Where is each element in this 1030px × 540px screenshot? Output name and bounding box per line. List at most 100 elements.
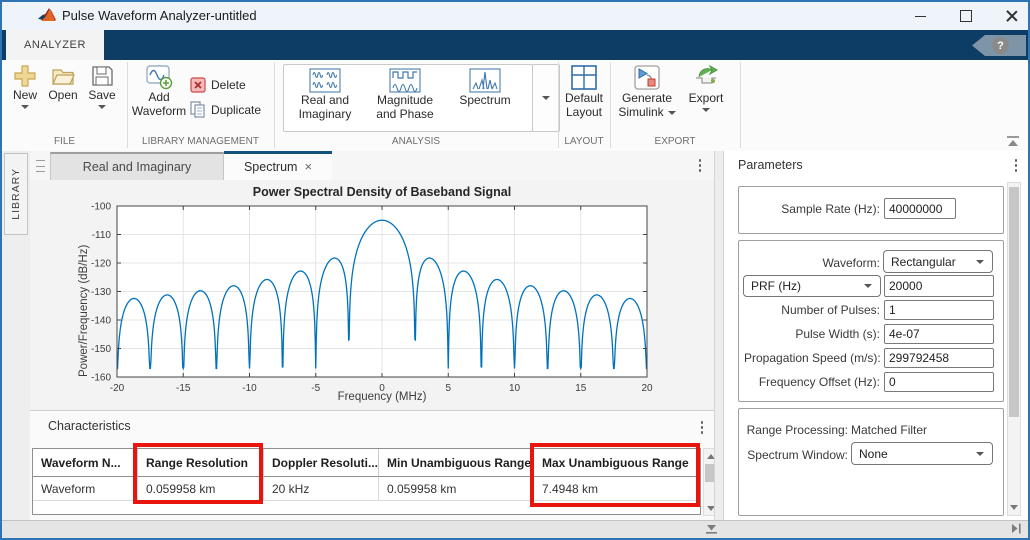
collapse-bottom-panel-button[interactable]: [704, 522, 719, 540]
cell-waveform-name: Waveform: [33, 477, 138, 501]
waveform-value: Rectangular: [891, 255, 956, 269]
chevron-down-icon: [702, 108, 710, 112]
export-button[interactable]: Export: [684, 64, 728, 112]
tab-analyzer[interactable]: ANALYZER: [6, 30, 104, 60]
collapse-down-icon: [704, 522, 719, 535]
cell-min-unambiguous-range: 0.059958 km: [379, 477, 534, 501]
library-tab-label: LIBRARY: [10, 168, 22, 220]
title-bar: Pulse Waveform Analyzer-untitled: [2, 2, 1028, 30]
waveform-label: Waveform:: [744, 256, 880, 270]
prop-speed-input[interactable]: [884, 348, 994, 368]
chevron-down-icon: [668, 111, 676, 115]
prf-input[interactable]: [884, 275, 994, 297]
freq-offset-label: Frequency Offset (Hz):: [744, 375, 880, 389]
close-icon: [1006, 10, 1018, 22]
section-analysis: ANALYSIS: [274, 136, 558, 147]
spectrum-item[interactable]: Spectrum: [446, 68, 524, 126]
section-file: FILE: [2, 136, 127, 147]
real-and-imaginary-item[interactable]: Real and Imaginary: [286, 68, 364, 126]
freq-offset-input[interactable]: [884, 372, 994, 392]
col-max-unambiguous-range[interactable]: Max Unambiguous Range: [534, 449, 700, 477]
panel-splitter[interactable]: [714, 151, 724, 520]
tab-close-icon[interactable]: ×: [304, 161, 312, 173]
svg-text:-110: -110: [92, 230, 112, 241]
pulse-width-input[interactable]: [884, 324, 994, 344]
svg-text:-150: -150: [91, 344, 111, 355]
magnitude-and-phase-label-2: and Phase: [376, 107, 433, 121]
window-title: Pulse Waveform Analyzer-untitled: [62, 2, 257, 30]
table-row[interactable]: Waveform 0.059958 km 20 kHz 0.059958 km …: [33, 477, 700, 501]
svg-text:-160: -160: [91, 373, 111, 384]
svg-text:-120: -120: [91, 259, 111, 270]
num-pulses-input[interactable]: [884, 300, 994, 320]
generate-simulink-button[interactable]: Generate Simulink: [612, 64, 682, 119]
minimize-button[interactable]: [900, 2, 940, 30]
characteristics-table[interactable]: Waveform N... Range Resolution Doppler R…: [32, 448, 701, 515]
gallery-dropdown-button[interactable]: [532, 64, 560, 132]
save-icon: [90, 64, 114, 88]
col-waveform-name[interactable]: Waveform N...: [33, 449, 138, 477]
add-waveform-label-1: Add: [148, 90, 169, 104]
scrollbar-thumb[interactable]: [1009, 187, 1019, 417]
drag-grip-icon[interactable]: [36, 160, 45, 172]
psd-plot: -20-15-10-505101520-160-150-140-130-120-…: [30, 180, 714, 410]
prf-dropdown[interactable]: PRF (Hz): [743, 275, 881, 297]
real-and-imaginary-icon: [309, 68, 341, 93]
tab-spectrum[interactable]: Spectrum ×: [224, 151, 332, 180]
new-label: New: [13, 88, 37, 102]
new-button[interactable]: New: [6, 64, 44, 109]
parameters-options-icon[interactable]: [1010, 159, 1022, 172]
add-waveform-button[interactable]: Add Waveform: [128, 64, 190, 118]
svg-text:-130: -130: [91, 287, 111, 298]
sample-rate-input[interactable]: [884, 198, 956, 219]
range-processing-value: Matched Filter: [851, 423, 927, 437]
close-button[interactable]: [992, 2, 1030, 30]
divider: [740, 62, 741, 148]
app-window: Pulse Waveform Analyzer-untitled ANALYZE…: [0, 0, 1030, 540]
duplicate-icon: [189, 101, 206, 118]
spectrum-window-value: None: [859, 447, 888, 461]
matlab-logo-icon: [38, 7, 56, 25]
col-range-resolution[interactable]: Range Resolution: [138, 449, 264, 477]
open-label: Open: [48, 88, 77, 102]
library-panel-tab[interactable]: LIBRARY: [4, 153, 28, 235]
spectrum-label: Spectrum: [459, 93, 510, 107]
document-options-icon[interactable]: [694, 159, 706, 172]
scroll-down-icon[interactable]: [1008, 501, 1020, 513]
spectrum-window-dropdown[interactable]: None: [851, 442, 993, 465]
expand-right-panel-button[interactable]: [1008, 522, 1023, 540]
delete-button[interactable]: Delete: [190, 77, 246, 93]
pulse-width-label: Pulse Width (s):: [744, 327, 880, 341]
magnitude-and-phase-item[interactable]: Magnitude and Phase: [366, 68, 444, 126]
magnitude-and-phase-label-1: Magnitude: [377, 93, 433, 107]
default-layout-label-1: Default: [565, 91, 603, 105]
waveform-dropdown[interactable]: Rectangular: [883, 250, 993, 273]
col-min-unambiguous-range[interactable]: Min Unambiguous Range: [379, 449, 534, 477]
cell-range-resolution: 0.059958 km: [138, 477, 264, 501]
prf-label: PRF (Hz): [751, 279, 801, 293]
chart-xlabel: Frequency (MHz): [117, 391, 647, 403]
default-layout-icon: [570, 64, 598, 91]
characteristics-options-icon[interactable]: [696, 421, 708, 434]
collapse-ribbon-button[interactable]: [1004, 133, 1022, 149]
add-waveform-icon: [145, 64, 173, 90]
export-icon: [692, 64, 720, 91]
chevron-down-icon: [976, 260, 984, 264]
open-button[interactable]: Open: [44, 64, 82, 102]
collapse-ribbon-icon: [1005, 135, 1021, 148]
default-layout-button[interactable]: Default Layout: [560, 64, 608, 119]
tab-label: Spectrum: [244, 160, 298, 174]
ribbon-tab-band: [2, 30, 1028, 60]
chevron-down-icon: [976, 452, 984, 456]
save-button[interactable]: Save: [83, 64, 121, 109]
col-doppler-resolution[interactable]: Doppler Resoluti...: [264, 449, 379, 477]
parameters-scrollbar[interactable]: [1007, 182, 1021, 516]
generate-simulink-label-1: Generate: [622, 91, 672, 105]
duplicate-button[interactable]: Duplicate: [189, 101, 261, 118]
maximize-button[interactable]: [946, 2, 986, 30]
minimize-icon: [915, 16, 926, 17]
spectrum-figure: Power Spectral Density of Baseband Signa…: [30, 180, 714, 410]
svg-text:-100: -100: [91, 202, 111, 213]
tab-label: Real and Imaginary: [83, 160, 191, 174]
tab-real-and-imaginary[interactable]: Real and Imaginary: [50, 152, 224, 180]
